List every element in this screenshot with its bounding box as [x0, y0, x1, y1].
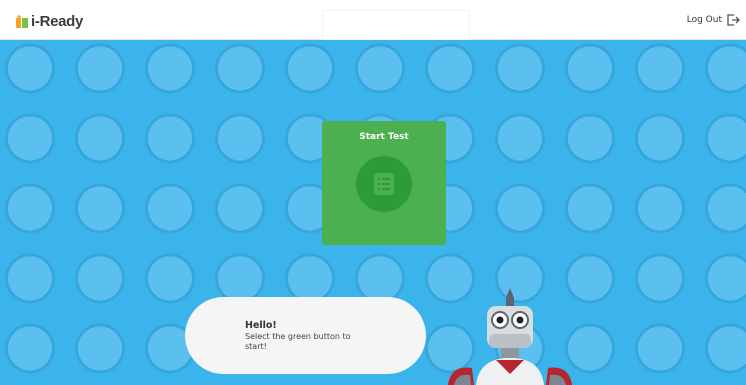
robot-character-icon: [448, 288, 572, 385]
document-list-icon: [374, 173, 394, 195]
logout-button[interactable]: Log Out: [687, 13, 740, 27]
start-icon-circle: [356, 156, 412, 212]
logout-label: Log Out: [686, 15, 722, 25]
logo-mark-icon: [16, 14, 28, 28]
i-ready-logo: i-Ready: [15, 13, 83, 30]
logout-icon: [727, 14, 740, 26]
start-test-label: Start Test: [359, 132, 409, 142]
logo-text: i-Ready: [31, 13, 84, 30]
start-test-button[interactable]: Start Test: [322, 121, 446, 245]
greeting-text: Hello!: [245, 320, 277, 331]
speech-bubble: Hello! Select the green button to start!: [185, 297, 426, 374]
top-bar: i-Ready Log Out: [0, 0, 746, 40]
header-center-panel: [322, 10, 470, 40]
instruction-text: Select the green button to start!: [245, 332, 351, 351]
